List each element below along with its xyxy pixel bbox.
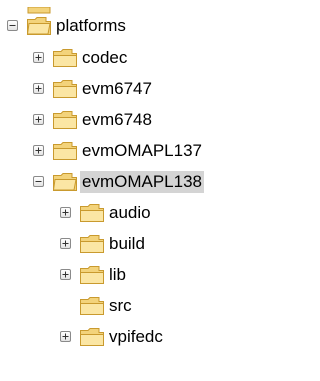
tree-item-audio[interactable]: audio bbox=[0, 201, 269, 227]
tree-item-label: vpifedc bbox=[109, 327, 163, 346]
folder-icon bbox=[79, 326, 105, 348]
tree-item-label: audio bbox=[109, 203, 151, 222]
expand-toggle[interactable] bbox=[60, 269, 71, 280]
expand-toggle[interactable] bbox=[60, 238, 71, 249]
folder-icon bbox=[52, 140, 78, 162]
expand-toggle[interactable] bbox=[60, 331, 71, 342]
expand-toggle[interactable] bbox=[33, 145, 44, 156]
tree-item-label: codec bbox=[82, 48, 128, 67]
tree-item-evmOMAPL137[interactable]: evmOMAPL137 bbox=[0, 139, 269, 165]
partial-folder-icon bbox=[26, 0, 52, 14]
tree-item-label-selected: evmOMAPL138 bbox=[80, 171, 204, 193]
tree-item-lib[interactable]: lib bbox=[0, 263, 269, 289]
folder-icon bbox=[52, 47, 78, 69]
tree-item-build[interactable]: build bbox=[0, 232, 269, 258]
folder-open-icon bbox=[26, 15, 52, 37]
folder-open-icon bbox=[52, 171, 78, 193]
tree-item-vpifedc[interactable]: vpifedc bbox=[0, 325, 269, 351]
folder-icon bbox=[52, 109, 78, 131]
tree-item-evm6747[interactable]: evm6747 bbox=[0, 77, 269, 103]
expand-toggle[interactable] bbox=[33, 52, 44, 63]
folder-icon bbox=[52, 78, 78, 100]
collapse-toggle[interactable] bbox=[7, 20, 18, 31]
expand-toggle[interactable] bbox=[33, 114, 44, 125]
folder-icon bbox=[79, 295, 105, 317]
expand-toggle[interactable] bbox=[60, 207, 71, 218]
folder-tree: platforms codec evm6747 evm6748 evmOMAPL… bbox=[0, 0, 269, 381]
tree-item-label: src bbox=[109, 296, 132, 315]
tree-item-platforms[interactable]: platforms bbox=[0, 14, 269, 40]
tree-item-evmOMAPL138[interactable]: evmOMAPL138 bbox=[0, 170, 269, 196]
tree-item-codec[interactable]: codec bbox=[0, 46, 269, 72]
folder-icon bbox=[79, 202, 105, 224]
collapse-toggle[interactable] bbox=[33, 176, 44, 187]
folder-icon bbox=[79, 264, 105, 286]
expand-toggle[interactable] bbox=[33, 83, 44, 94]
tree-item-evm6748[interactable]: evm6748 bbox=[0, 108, 269, 134]
tree-item-label: evmOMAPL137 bbox=[82, 141, 202, 160]
tree-item-label: platforms bbox=[56, 16, 126, 35]
tree-item-label: lib bbox=[109, 265, 127, 284]
folder-icon bbox=[79, 233, 105, 255]
tree-item-label: evm6747 bbox=[82, 79, 152, 98]
tree-item-label: evm6748 bbox=[82, 110, 152, 129]
tree-item-label: build bbox=[109, 234, 145, 253]
tree-item-src[interactable]: src bbox=[0, 294, 269, 320]
